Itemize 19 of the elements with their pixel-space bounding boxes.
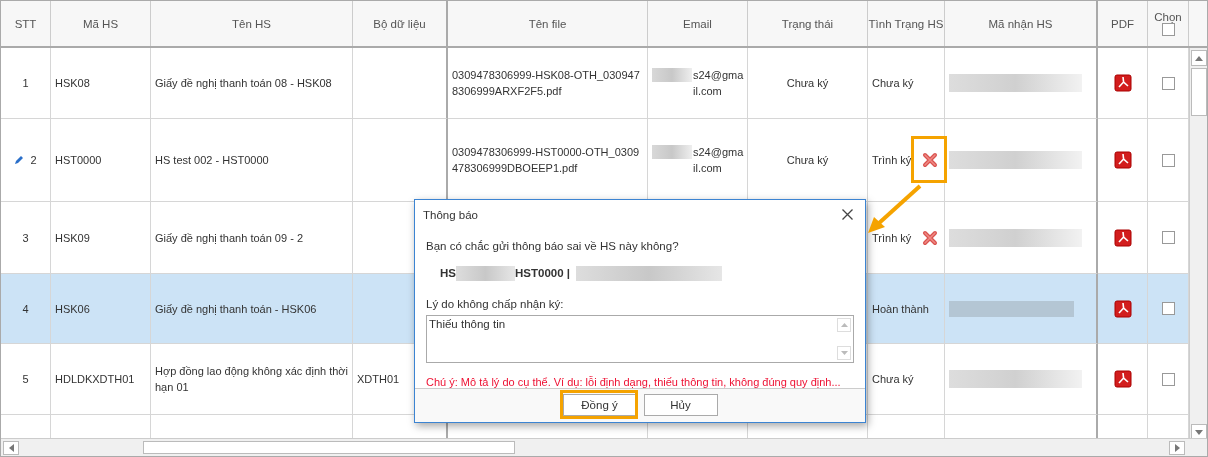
table-cell-text: s24@gmail.com <box>693 68 745 99</box>
row-number: 1 <box>22 76 29 91</box>
record-label: HS <box>440 267 456 280</box>
dialog-title: Thông báo <box>423 208 478 221</box>
row-number: 2 <box>30 153 37 168</box>
table-cell-text: Trình ký <box>872 153 912 168</box>
table-cell-text: Trình ký <box>872 230 912 246</box>
row-number: 5 <box>22 372 29 387</box>
dialog-message: Bạn có chắc gửi thông báo sai về HS này không? <box>426 239 680 252</box>
table-cell-text: Chưa ký <box>872 76 914 91</box>
row-number: 3 <box>22 230 29 246</box>
table-cell-text: 0309478306999-HST0000-OTH_0309478306999DBOEEP1.pdf <box>452 145 641 176</box>
table-cell-text: Chưa ký <box>872 372 914 387</box>
record-code: HST0000 | <box>515 267 570 280</box>
table-cell-text: 0309478306999-HSK08-OTH_0309478306999ARXF2F5.pdf <box>452 68 641 99</box>
field-label: Lý do không chấp nhận ký: <box>426 297 565 310</box>
table-cell-text: s24@gmail.com <box>693 145 745 176</box>
row-number: 4 <box>22 301 29 317</box>
table-cell-text: Hoàn thành <box>872 301 929 317</box>
